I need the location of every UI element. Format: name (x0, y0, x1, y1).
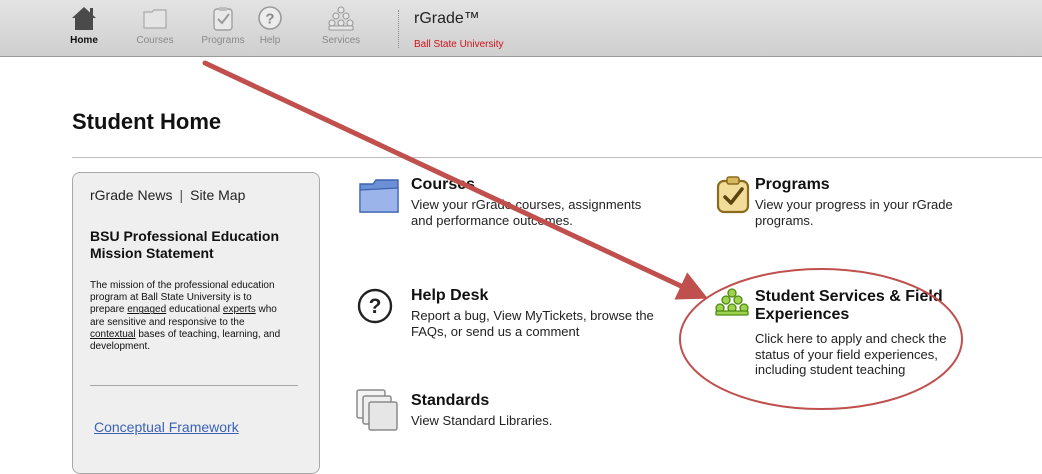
sidebar-panel: rGrade News | Site Map BSU Professional Ed… (72, 172, 320, 474)
people-group-icon[interactable] (715, 288, 749, 316)
toolbar-label-help: Help (259, 35, 281, 46)
standards-tile-title[interactable]: Standards (411, 392, 489, 410)
svg-text:?: ? (369, 295, 382, 318)
toolbar-item-home[interactable]: Home (59, 4, 109, 46)
toolbar-label-programs: Programs (201, 35, 245, 46)
rgrade-news-link[interactable]: rGrade News (90, 187, 172, 203)
courses-tile-title[interactable]: Courses (411, 176, 475, 194)
toolbar-item-programs[interactable]: Programs (198, 4, 248, 46)
page-title: Student Home (72, 109, 222, 134)
engaged-link[interactable]: engaged (127, 304, 166, 315)
clipboard-check-icon[interactable] (715, 176, 751, 214)
home-icon (72, 7, 96, 30)
mission-text-part: educational (166, 304, 223, 316)
toolbar-label-courses: Courses (136, 35, 174, 46)
question-icon[interactable]: ? (357, 288, 393, 324)
toolbar-divider (398, 10, 399, 48)
brand-title: rGrade™ (414, 10, 480, 27)
mission-statement-text: The mission of the professional educatio… (90, 280, 286, 353)
sidebar-divider (90, 385, 298, 386)
top-toolbar: Home Courses Programs ? Help Services rG… (0, 0, 1042, 57)
folder-icon[interactable] (358, 176, 400, 216)
toolbar-item-services[interactable]: Services (316, 4, 366, 46)
help-desk-tile-description: Report a bug, View MyTickets, browse the… (411, 308, 654, 339)
programs-tile-description: View your progress in your rGrade progra… (755, 197, 953, 228)
question-icon: ? (258, 6, 282, 30)
link-separator: | (179, 187, 184, 203)
toolbar-label-home: Home (70, 35, 98, 46)
courses-tile-description: View your rGrade courses, assignments an… (411, 197, 642, 228)
site-map-link[interactable]: Site Map (190, 187, 245, 203)
standards-tile-description: View Standard Libraries. (411, 413, 553, 428)
sidebar-links: rGrade News | Site Map (90, 187, 245, 203)
svg-text:?: ? (265, 11, 274, 28)
student-services-tile-description: Click here to apply and check the status… (755, 331, 947, 377)
programs-tile-title[interactable]: Programs (755, 176, 830, 194)
clipboard-check-icon (213, 7, 233, 31)
toolbar-item-help[interactable]: ? Help (245, 4, 295, 46)
student-services-tile-title[interactable]: Student Services & Field Experiences (755, 288, 945, 324)
mission-statement-title: BSU Professional Education Mission State… (90, 228, 280, 261)
toolbar-label-services: Services (321, 35, 361, 46)
folder-icon (143, 9, 167, 29)
conceptual-framework-link[interactable]: Conceptual Framework (94, 419, 239, 435)
help-desk-tile-title[interactable]: Help Desk (411, 287, 488, 305)
experts-link[interactable]: experts (223, 304, 256, 315)
brand-subtitle: Ball State University (414, 39, 504, 50)
contextual-link[interactable]: contextual (90, 329, 136, 340)
people-group-icon (328, 6, 354, 31)
title-divider (72, 157, 1042, 158)
stacked-documents-icon[interactable] (355, 388, 399, 432)
toolbar-item-courses[interactable]: Courses (130, 4, 180, 46)
